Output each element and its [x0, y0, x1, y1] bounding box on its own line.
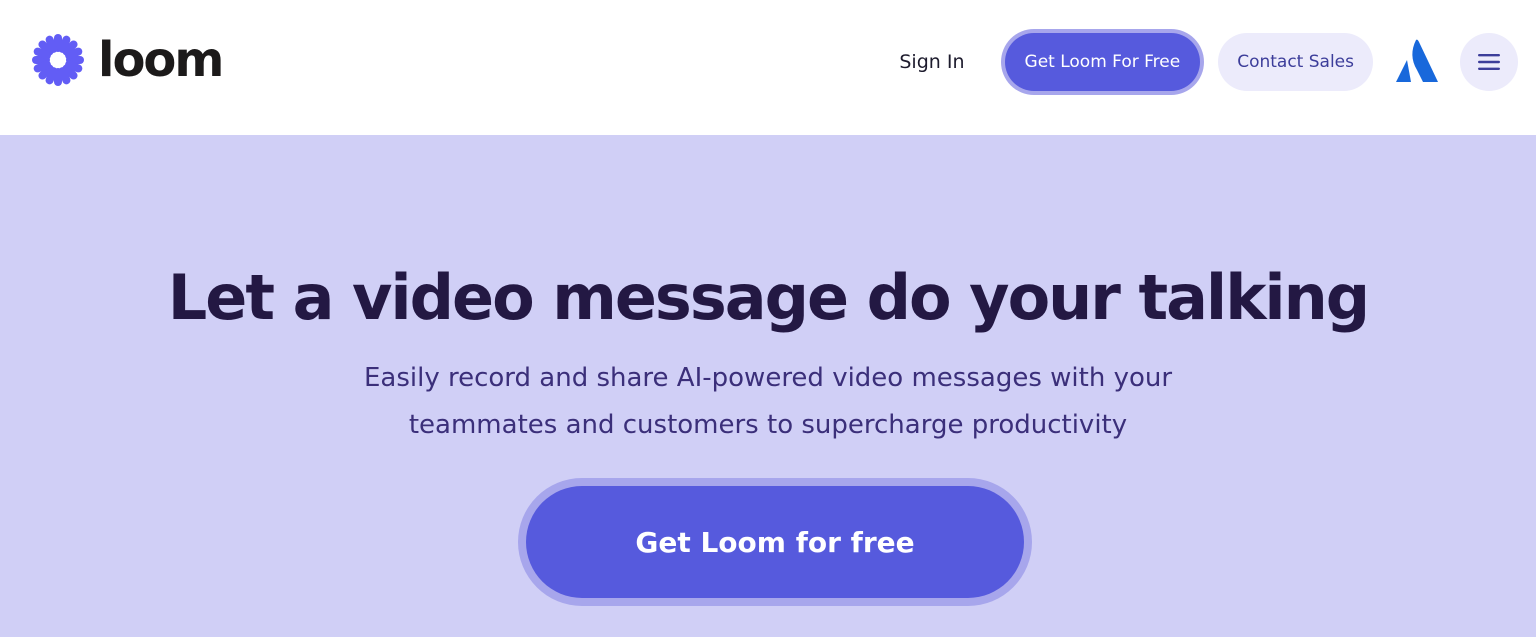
hamburger-menu-icon — [1478, 54, 1500, 70]
loom-starburst-icon — [32, 34, 84, 86]
hero-subheadline: Easily record and share AI-powered video… — [0, 355, 1536, 449]
get-loom-for-free-cta-button[interactable]: Get Loom for free — [526, 486, 1024, 598]
hero-subheadline-line-1: Easily record and share AI-powered video… — [363, 363, 1173, 393]
hamburger-menu-button[interactable] — [1460, 33, 1518, 91]
contact-sales-button[interactable]: Contact Sales — [1218, 33, 1373, 91]
hero-section: Let a video message do your talking Easi… — [0, 135, 1536, 637]
hero-cta-ring: Get Loom for free — [518, 478, 1032, 606]
sign-in-link[interactable]: Sign In — [899, 51, 964, 73]
site-header: loom Sign In Get Loom For Free Contact S… — [0, 0, 1536, 135]
logo-wordmark: loom — [98, 32, 224, 88]
hero-subheadline-line-2: teammates and customers to supercharge p… — [408, 410, 1128, 440]
top-nav: Sign In Get Loom For Free Contact Sales — [899, 26, 1518, 98]
loom-logo[interactable]: loom — [30, 32, 224, 88]
atlassian-icon[interactable] — [1393, 38, 1441, 86]
hero-headline: Let a video message do your talking — [167, 261, 1370, 334]
get-loom-free-button-ring: Get Loom For Free — [1000, 29, 1205, 95]
get-loom-free-button[interactable]: Get Loom For Free — [1004, 33, 1201, 91]
